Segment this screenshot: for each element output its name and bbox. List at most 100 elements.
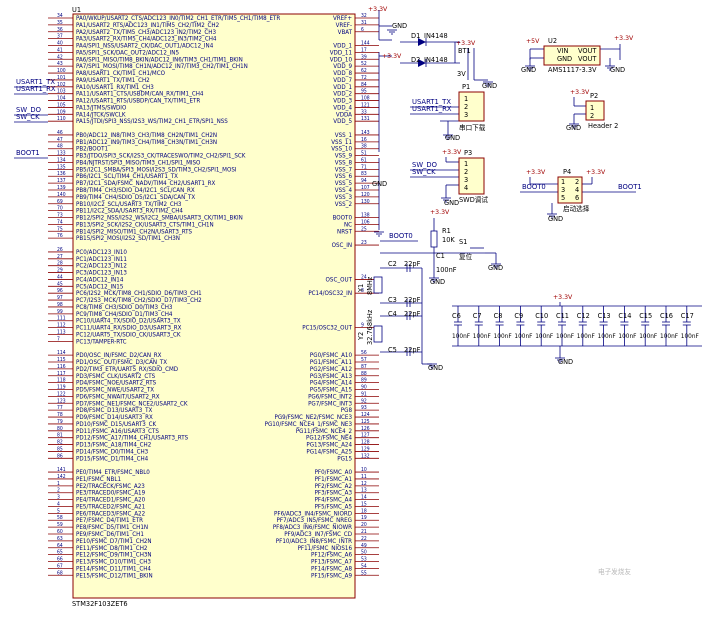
mcu-right-pin-number: 125 bbox=[361, 419, 370, 425]
mcu-left-pin-number: 40 bbox=[57, 41, 63, 47]
mcu-left-pin-number: 103 bbox=[57, 89, 66, 95]
mcu-right-pin-number: 144 bbox=[361, 41, 370, 47]
mcu-right-pin-number: 53 bbox=[361, 557, 367, 563]
mcu-left-pin-number: 102 bbox=[57, 82, 66, 88]
mcu-right-pin-number: 49 bbox=[361, 543, 367, 549]
power-3v3-p4-left: +3.3V bbox=[526, 169, 546, 176]
gnd-label-p2: GND bbox=[566, 124, 581, 132]
mcu-right-pin-number: 57 bbox=[361, 357, 367, 363]
mcu-left-pin-label: PA15/JTDI/SPI3_NSS/I2S3_WS/TIM2_CH1_ETR/… bbox=[76, 118, 228, 125]
mcu-left-pin-label: PC13/TAMPER-RTC bbox=[76, 338, 127, 345]
mcu-right-pin-number: 17 bbox=[361, 47, 367, 53]
bt1-voltage: 3V bbox=[457, 70, 466, 78]
cap-value: 100nF bbox=[556, 334, 574, 340]
mcu-left-pin-number: 48 bbox=[57, 144, 63, 150]
p1-body bbox=[458, 91, 485, 122]
mcu-left-pin-number: 41 bbox=[57, 47, 63, 53]
gnd-label-vref: GND bbox=[392, 22, 407, 30]
mcu-right-pin-number: 84 bbox=[361, 82, 367, 88]
net-usart1-rx-left: USART1_RX bbox=[16, 85, 56, 93]
mcu-right-pin-number: 90 bbox=[361, 385, 367, 391]
gnd-label-caps: GND bbox=[558, 358, 573, 366]
cap-designator: C8 bbox=[494, 312, 503, 320]
mcu-right-pin-number: 61 bbox=[361, 157, 367, 163]
mcu-left-pin-number: 60 bbox=[57, 529, 63, 535]
mcu-right-pin-number: 6 bbox=[361, 27, 364, 33]
mcu-right-pin-number: 50 bbox=[361, 550, 367, 556]
mcu-left-pin-number: 64 bbox=[57, 543, 63, 549]
mcu-left-pin-number: 110 bbox=[57, 116, 66, 122]
power-3v3-vdd: +3.3V bbox=[382, 53, 402, 60]
mcu-left-pin-number: 68 bbox=[57, 570, 63, 576]
net-swclk-p3: SW_CK bbox=[412, 168, 436, 176]
mcu-right-pin-label: PG15 bbox=[337, 455, 352, 462]
net-swclk-left: SW_CK bbox=[16, 113, 40, 121]
power-3v3-reset: +3.3V bbox=[430, 209, 450, 216]
mcu-right-pin-number: 15 bbox=[361, 501, 367, 507]
cap-value: 100nF bbox=[473, 334, 491, 340]
mcu-right-pin-number: 107 bbox=[361, 185, 370, 191]
mcu-left-pin-number: 82 bbox=[57, 440, 63, 446]
mcu-right-pin-number: 124 bbox=[361, 412, 370, 418]
mcu-right-pin-number: 54 bbox=[361, 563, 367, 569]
y1-symbol bbox=[373, 276, 383, 294]
cap-value: 100nF bbox=[639, 334, 657, 340]
mcu-designator: U1 bbox=[72, 6, 81, 14]
mcu-left-pin-number: 141 bbox=[57, 467, 66, 473]
p4-pin1: 1 bbox=[561, 178, 565, 186]
u2-part: AMS1117-3.3V bbox=[548, 66, 597, 74]
p3-pin3: 3 bbox=[464, 176, 468, 184]
mcu-right-pin-number: 51 bbox=[361, 151, 367, 157]
mcu-left-pin-label: PD15/FSMC_D1/TIM4_CH4 bbox=[76, 455, 149, 462]
mcu-left-pin-number: 73 bbox=[57, 213, 63, 219]
mcu-left-pin-number: 1 bbox=[57, 481, 60, 487]
p1-pin2: 2 bbox=[464, 103, 468, 111]
mcu-left-pin-number: 44 bbox=[57, 274, 63, 280]
mcu-right-pin-number: 120 bbox=[361, 192, 370, 198]
mcu-left-pin-number: 66 bbox=[57, 557, 63, 563]
d1-designator: D1 bbox=[411, 32, 420, 40]
mcu-left-pin-number: 63 bbox=[57, 536, 63, 542]
gnd-label-vss: GND bbox=[372, 180, 387, 188]
r1-designator: R1 bbox=[442, 227, 451, 235]
net-boot0-p4: BOOT0 bbox=[522, 183, 546, 191]
mcu-left-pin-number: 36 bbox=[57, 27, 63, 33]
cap-designator: C15 bbox=[639, 312, 652, 320]
mcu-left-pin-number: 142 bbox=[57, 474, 66, 480]
mcu-right-pin-number: 126 bbox=[361, 426, 370, 432]
cap-designator: C17 bbox=[681, 312, 694, 320]
p1-caption: 串口下载 bbox=[459, 123, 486, 132]
p1-pin3: 3 bbox=[464, 111, 468, 119]
y2-value: 32.768kHz bbox=[366, 309, 374, 345]
mcu-right-pin-number: 19 bbox=[361, 515, 367, 521]
mcu-right-pin-number: 138 bbox=[361, 213, 370, 219]
mcu-left-pin-number: 3 bbox=[57, 495, 60, 501]
mcu-left-pin-number: 35 bbox=[57, 20, 63, 26]
p4-pin6: 6 bbox=[575, 194, 579, 202]
mcu-left-pin-number: 117 bbox=[57, 371, 66, 377]
mcu-left-pin-number: 119 bbox=[57, 385, 66, 391]
p2-caption: Header 2 bbox=[588, 122, 618, 130]
mcu-left-pin-number: 4 bbox=[57, 501, 60, 507]
cap-value: 100nF bbox=[535, 334, 553, 340]
mcu-right-pin-number: 39 bbox=[361, 54, 367, 60]
d2-designator: D2 bbox=[411, 56, 420, 64]
gnd-label-reset2: GND bbox=[430, 278, 445, 286]
mcu-left-pin-number: 140 bbox=[57, 192, 66, 198]
mcu-right-pin-number: 121 bbox=[361, 102, 370, 108]
mcu-left-pin-number: 97 bbox=[57, 295, 63, 301]
cap-designator: C6 bbox=[452, 312, 461, 320]
c3-designator: C3 bbox=[388, 296, 397, 304]
mcu-right-pin-number: 108 bbox=[361, 96, 370, 102]
cap-value: 100nF bbox=[598, 334, 616, 340]
mcu-left-pin-number: 69 bbox=[57, 199, 63, 205]
mcu-left-pin-number: 42 bbox=[57, 54, 63, 60]
power-3v3-caps: +3.3V bbox=[553, 294, 573, 301]
mcu-left-pin-number: 113 bbox=[57, 329, 66, 335]
y2-designator: Y2 bbox=[357, 332, 365, 341]
mcu-left-pin-number: 112 bbox=[57, 323, 66, 329]
gnd-label-crystal: GND bbox=[428, 364, 443, 372]
p3-pin4: 4 bbox=[464, 184, 468, 192]
mcu-right-pin-number: 16 bbox=[361, 137, 367, 143]
gnd-label-p4: GND bbox=[548, 215, 563, 223]
